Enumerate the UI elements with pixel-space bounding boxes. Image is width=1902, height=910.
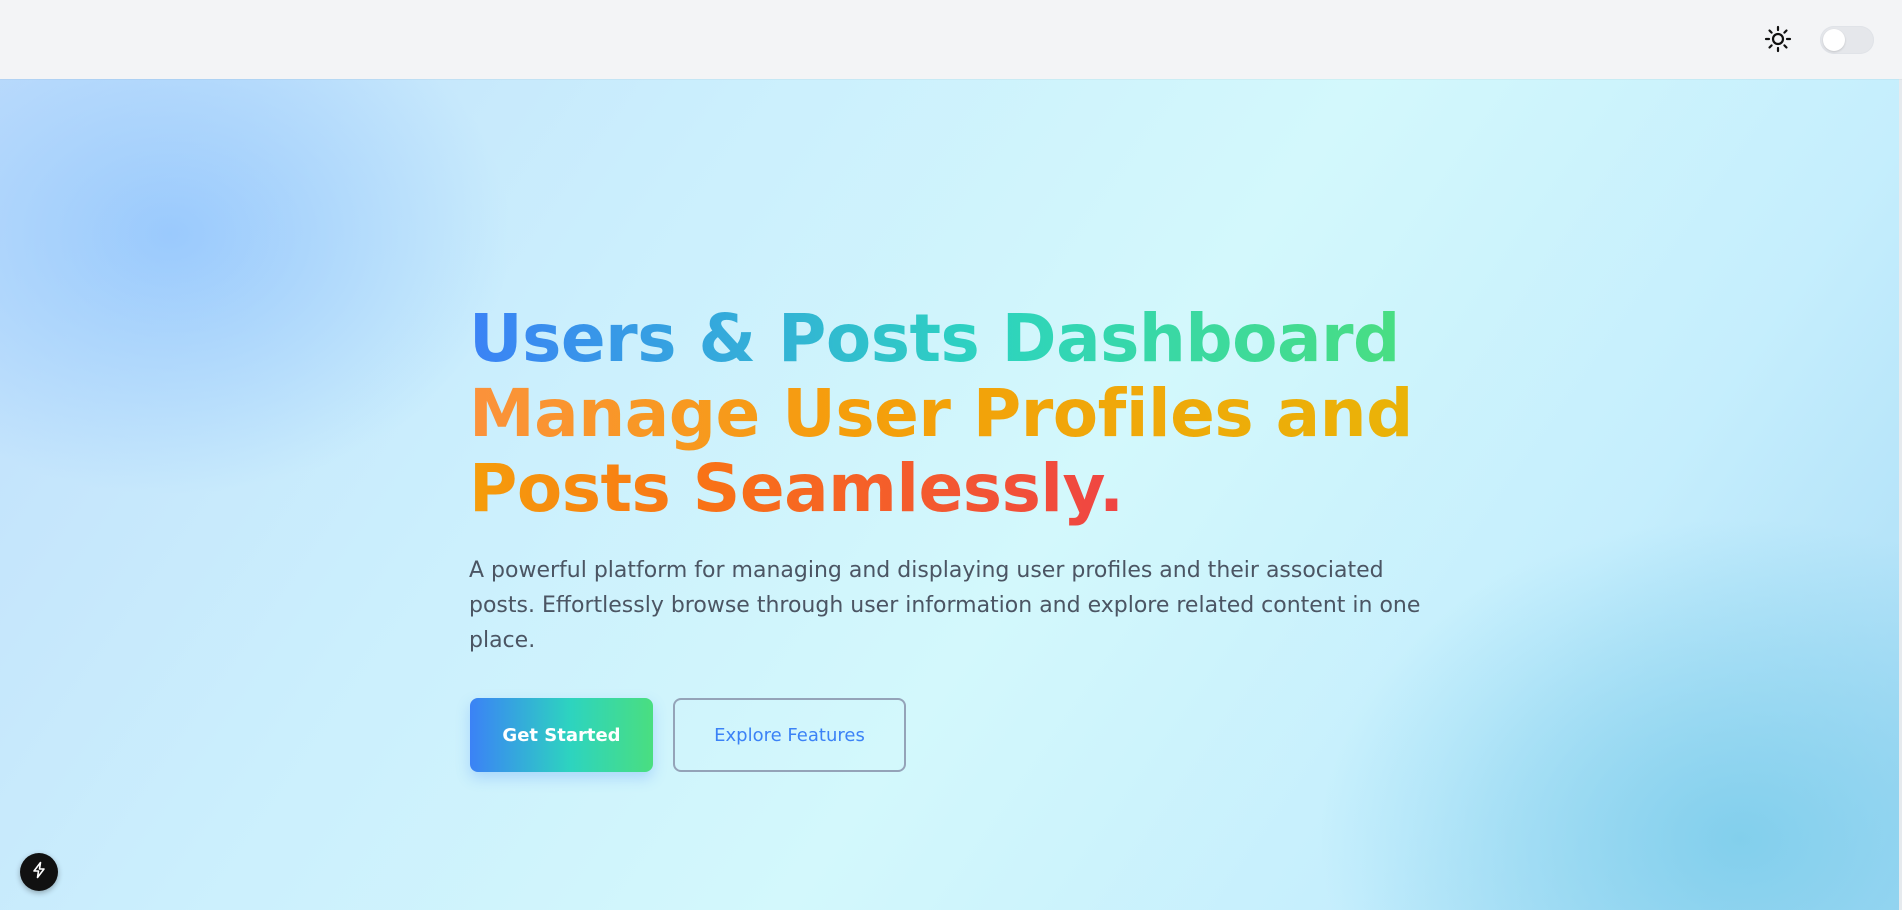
get-started-button[interactable]: Get Started bbox=[470, 698, 653, 772]
dev-tools-button[interactable] bbox=[20, 853, 58, 891]
hero-section: Users & Posts Dashboard Manage User Prof… bbox=[0, 79, 1902, 910]
hero-title: Users & Posts Dashboard Manage User Prof… bbox=[469, 301, 1413, 526]
hero-title-line-1: Users & Posts Dashboard bbox=[469, 301, 1413, 376]
explore-features-button[interactable]: Explore Features bbox=[673, 698, 906, 772]
hero-description: A powerful platform for managing and dis… bbox=[469, 558, 1421, 653]
toggle-knob bbox=[1823, 29, 1845, 51]
lightning-icon bbox=[30, 861, 48, 883]
top-bar bbox=[0, 0, 1902, 79]
hero-title-line-2: Manage User Profiles and bbox=[469, 375, 1413, 452]
theme-toggle[interactable] bbox=[1820, 26, 1874, 54]
sun-icon[interactable] bbox=[1764, 25, 1792, 53]
hero-title-line-3: Posts Seamlessly. bbox=[469, 450, 1124, 527]
